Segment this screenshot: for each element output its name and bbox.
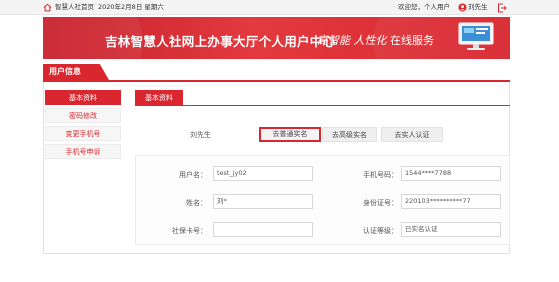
sidebar: 基本资料 密码修改 变更手机号 手机号申诉: [43, 90, 123, 162]
display-name: 刘先生: [190, 131, 211, 139]
username-label: 用户名：: [179, 171, 207, 179]
logout-icon[interactable]: [497, 3, 507, 13]
user-name[interactable]: 刘先生: [468, 0, 488, 15]
auth-level-label: 认证等级：: [363, 227, 398, 235]
idcard-field[interactable]: 220103**********77: [401, 194, 501, 209]
phone-label: 手机号码：: [363, 171, 398, 179]
idcard-label: 身份证号：: [363, 199, 398, 207]
name-field[interactable]: 刘*: [213, 194, 313, 209]
social-card-label: 社保卡号：: [172, 227, 207, 235]
banner-title: 吉林智慧人社网上办事大厅个人用户中心: [105, 34, 336, 49]
sidebar-item-phone-appeal[interactable]: 手机号申诉: [45, 144, 121, 159]
advanced-realname-button[interactable]: 去高级实名: [322, 127, 377, 142]
normal-realname-button[interactable]: 去普通实名: [259, 127, 321, 142]
tab-underline: [135, 105, 510, 106]
current-date: 2020年2月8日 星期六: [98, 3, 164, 11]
sidebar-item-change-password[interactable]: 密码修改: [45, 108, 121, 123]
monitor-illustration-icon: [458, 22, 494, 50]
top-bar: 智慧人社首页 2020年2月8日 星期六 欢迎您，个人用户 刘先生: [0, 0, 559, 15]
header-banner: 吉林智慧人社网上办事大厅个人用户中心 高智能 人性化 在线服务: [43, 17, 510, 59]
username-field[interactable]: test_jy02: [213, 166, 313, 181]
sidebar-item-basic-info[interactable]: 基本资料: [45, 90, 121, 105]
phone-field[interactable]: 1544****7788: [401, 166, 501, 181]
auth-level-field[interactable]: 已实名认证: [401, 222, 501, 237]
name-label: 姓名：: [186, 199, 207, 207]
home-icon[interactable]: [43, 3, 52, 12]
sidebar-item-change-phone[interactable]: 变更手机号: [45, 126, 121, 141]
social-card-field[interactable]: [213, 222, 313, 237]
tab-basic-info[interactable]: 基本资料: [135, 90, 183, 106]
user-icon: [458, 3, 467, 12]
banner-slogan: 高智能 人性化 在线服务: [317, 34, 434, 47]
section-header: 用户信息: [43, 64, 510, 82]
person-verification-button[interactable]: 去实人认证: [381, 127, 443, 142]
welcome-text: 欢迎您，个人用户: [398, 3, 450, 11]
home-link[interactable]: 智慧人社首页: [55, 0, 94, 15]
section-title: 用户信息: [43, 64, 109, 80]
